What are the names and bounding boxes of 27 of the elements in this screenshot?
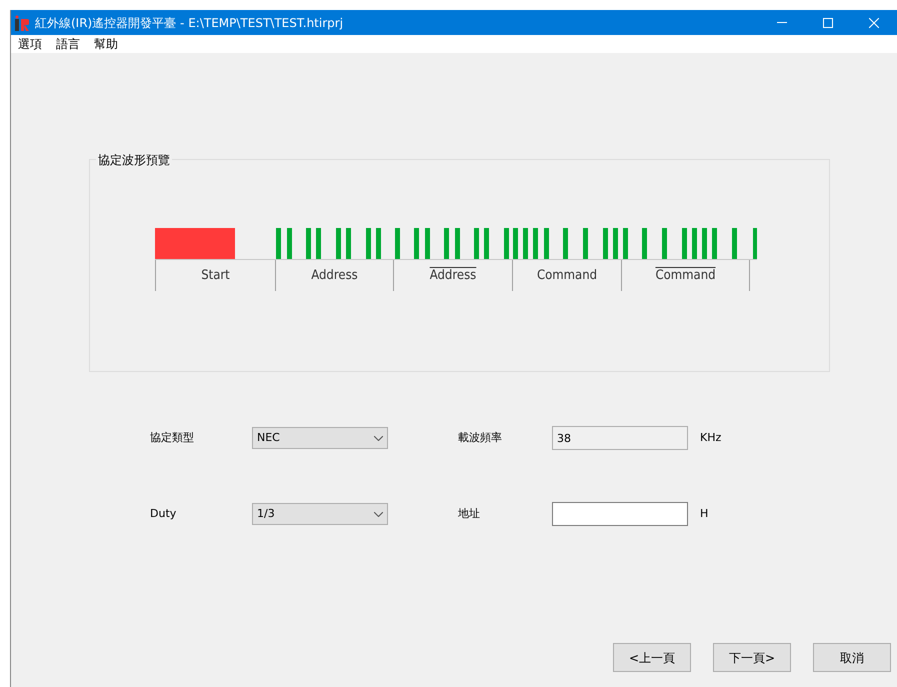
field-label: 載波頻率 <box>458 430 503 446</box>
wizard-button[interactable]: 取消 <box>813 643 891 672</box>
menu-item[interactable]: 語言 <box>56 35 80 53</box>
chevron-down-icon <box>374 512 383 516</box>
segment-label: Start <box>201 266 230 285</box>
dropdown[interactable]: NEC <box>252 427 388 449</box>
field-label: 協定類型 <box>150 430 195 446</box>
chevron-down-icon <box>374 436 383 440</box>
menu-item[interactable]: 幫助 <box>94 35 118 53</box>
wizard-button[interactable]: 下一頁> <box>713 643 791 672</box>
unit-label: H <box>700 506 710 522</box>
menu-item[interactable]: 選項 <box>18 35 42 53</box>
wizard-button[interactable]: <上一頁 <box>613 643 691 672</box>
close-icon[interactable] <box>869 18 879 28</box>
field-label: 地址 <box>458 506 481 522</box>
app-icon <box>15 14 29 30</box>
maximize-icon[interactable] <box>823 18 833 28</box>
unit-label: KHz <box>700 430 722 446</box>
dropdown[interactable]: 1/3 <box>252 503 388 525</box>
input-field[interactable] <box>552 502 688 526</box>
window-title: 紅外線(IR)遙控器開發平臺 - E:\TEMP\TEST\TEST.htirprj <box>35 14 344 32</box>
inverted-segment-label: Command <box>655 266 716 285</box>
inverted-segment-label: Address <box>430 266 476 285</box>
group-title: 協定波形預覽 <box>96 151 172 169</box>
field-label: Duty <box>150 506 178 522</box>
segment-label: Address <box>311 266 358 285</box>
segment-label: Command <box>536 266 598 285</box>
